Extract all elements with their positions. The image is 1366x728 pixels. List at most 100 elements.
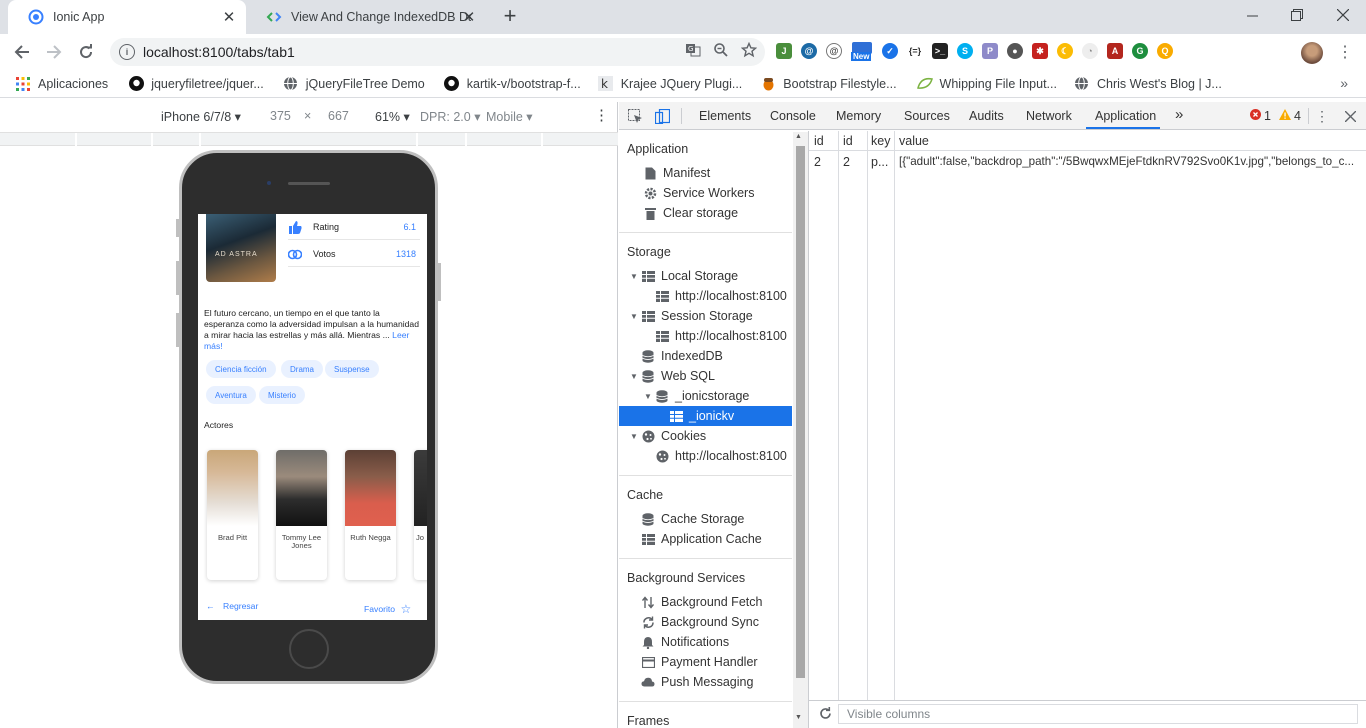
column-header[interactable]: id — [843, 134, 853, 148]
sidebar-item-ionickv[interactable]: _ionickv — [619, 406, 792, 426]
extension-terminal-icon[interactable]: >_ — [932, 43, 948, 59]
extension-swirl-icon[interactable]: @ — [801, 43, 817, 59]
device-toggle-icon[interactable] — [653, 107, 671, 125]
sidebar-item-local-storage[interactable]: ▼ Local Storage — [630, 266, 738, 286]
tab-application[interactable]: Application — [1095, 109, 1156, 123]
bookmark-kartik[interactable]: kartik-v/bootstrap-f... — [444, 76, 581, 92]
close-window-icon[interactable] — [1320, 0, 1366, 30]
profile-avatar[interactable] — [1301, 42, 1323, 64]
actor-card[interactable]: Brad Pitt — [207, 450, 258, 580]
sidebar-item-push-messaging[interactable]: Push Messaging — [641, 672, 753, 692]
tab-console[interactable]: Console — [770, 109, 816, 123]
bookmark-chris-west[interactable]: Chris West's Blog | J... — [1074, 76, 1222, 92]
extension-php-icon[interactable]: P — [982, 43, 998, 59]
sidebar-item-notifications[interactable]: Notifications — [641, 632, 729, 652]
restore-icon[interactable] — [1274, 0, 1320, 30]
zoom-select[interactable]: 61% ▾ — [375, 109, 410, 124]
minimize-icon[interactable] — [1229, 0, 1275, 30]
device-width-input[interactable]: 375 — [270, 109, 291, 123]
device-options-icon[interactable]: ⋮ — [594, 106, 609, 124]
extension-moon-icon[interactable]: ☾ — [1057, 43, 1073, 59]
sidebar-item-session-storage-origin[interactable]: http://localhost:8100 — [655, 326, 787, 346]
forward-icon[interactable] — [40, 38, 68, 66]
bookmark-whipping[interactable]: Whipping File Input... — [916, 76, 1057, 92]
extension-grammarly-icon[interactable]: G — [1132, 43, 1148, 59]
actor-card[interactable]: Ruth Negga — [345, 450, 396, 580]
column-header[interactable]: key — [871, 134, 890, 148]
translate-icon[interactable]: G — [685, 42, 701, 61]
visible-columns-input[interactable]: Visible columns — [838, 704, 1358, 724]
close-tab-icon[interactable]: ✕ — [460, 8, 478, 26]
sidebar-item-web-sql[interactable]: ▼ Web SQL — [630, 366, 715, 386]
new-tab-button[interactable]: + — [497, 4, 523, 30]
dpr-select[interactable]: DPR: 2.0 ▾ — [420, 109, 480, 124]
genre-chip[interactable]: Drama — [281, 360, 324, 378]
scroll-down-icon[interactable]: ▼ — [795, 714, 802, 721]
refresh-icon[interactable] — [819, 707, 832, 723]
grid-cell[interactable]: [{"adult":false,"backdrop_path":"/5Bwqwx… — [899, 155, 1363, 168]
device-height-input[interactable]: 667 — [328, 109, 349, 123]
bookmark-aplicaciones[interactable]: Aplicaciones — [15, 76, 108, 92]
bookmark-bootstrap-filestyle[interactable]: Bootstrap Filestyle... — [760, 76, 897, 92]
sidebar-scroll-thumb[interactable] — [796, 146, 805, 678]
extension-check-icon[interactable]: ✓ — [882, 43, 898, 59]
extension-new-icon[interactable]: New — [851, 42, 873, 61]
sidebar-item-service-workers[interactable]: Service Workers — [643, 183, 754, 203]
sidebar-item-local-storage-origin[interactable]: http://localhost:8100 — [655, 286, 787, 306]
extension-json-icon[interactable]: {=} — [907, 43, 923, 59]
extension-off-icon[interactable]: ✱ — [1032, 43, 1048, 59]
close-tab-icon[interactable]: ✕ — [220, 8, 238, 26]
scroll-up-icon[interactable]: ▲ — [795, 133, 802, 140]
sidebar-item-session-storage[interactable]: ▼ Session Storage — [630, 306, 753, 326]
grid-cell[interactable]: p... — [871, 155, 888, 169]
expanded-triangle-icon[interactable]: ▼ — [644, 392, 655, 401]
column-header[interactable]: id — [814, 134, 824, 148]
expanded-triangle-icon[interactable]: ▼ — [630, 432, 641, 441]
tab-indexeddb[interactable]: View And Change IndexedDB Da ✕ — [246, 0, 486, 34]
extension-pdf-icon[interactable]: A — [1107, 43, 1123, 59]
tab-memory[interactable]: Memory — [836, 109, 881, 123]
grid-cell[interactable]: 2 — [843, 155, 850, 169]
extension-dial-icon[interactable]: ◔ — [1082, 43, 1098, 59]
mode-select[interactable]: Mobile ▾ — [486, 109, 533, 124]
sidebar-item-background-sync[interactable]: Background Sync — [641, 612, 759, 632]
extension-search-icon[interactable]: Q — [1157, 43, 1173, 59]
actor-card[interactable]: Tommy Lee Jones — [276, 450, 327, 580]
inspect-element-icon[interactable] — [626, 107, 644, 125]
extension-at-icon[interactable]: @ — [826, 43, 842, 59]
sidebar-item-background-fetch[interactable]: Background Fetch — [641, 592, 762, 612]
sidebar-item-application-cache[interactable]: Application Cache — [641, 529, 762, 549]
sidebar-item-indexeddb[interactable]: IndexedDB — [641, 346, 723, 366]
tab-sources[interactable]: Sources — [904, 109, 950, 123]
favorite-link[interactable]: Favorito ☆ — [364, 601, 411, 616]
browser-menu-icon[interactable]: ⋮ — [1337, 42, 1353, 62]
extension-circle-icon[interactable]: ● — [1007, 43, 1023, 59]
expanded-triangle-icon[interactable]: ▼ — [630, 272, 641, 281]
address-bar[interactable]: i localhost:8100/tabs/tab1 G — [110, 38, 765, 66]
expanded-triangle-icon[interactable]: ▼ — [630, 372, 641, 381]
genre-chip[interactable]: Aventura — [206, 386, 256, 404]
extension-skype-icon[interactable]: S — [957, 43, 973, 59]
movie-poster[interactable]: AD ASTRA — [206, 214, 276, 282]
genre-chip[interactable]: Suspense — [325, 360, 379, 378]
actor-card[interactable]: Jo — [414, 450, 427, 580]
sidebar-item-clear-storage[interactable]: Clear storage — [643, 203, 738, 223]
bookmark-star-icon[interactable] — [740, 41, 758, 61]
extension-green-icon[interactable]: J — [776, 43, 792, 59]
bookmark-krajee[interactable]: k Krajee JQuery Plugi... — [598, 76, 742, 92]
more-bookmarks-icon[interactable]: » — [1340, 75, 1348, 91]
error-counter[interactable]: 1 4 — [1250, 109, 1301, 123]
expanded-triangle-icon[interactable]: ▼ — [630, 312, 641, 321]
tab-network[interactable]: Network — [1026, 109, 1072, 123]
more-tabs-icon[interactable]: » — [1175, 106, 1183, 123]
bookmark-jqueryfiletree-demo[interactable]: jQueryFileTree Demo — [283, 76, 425, 92]
genre-chip[interactable]: Ciencia ficción — [206, 360, 276, 378]
site-info-icon[interactable]: i — [119, 44, 135, 60]
sidebar-item-payment-handler[interactable]: Payment Handler — [641, 652, 758, 672]
reload-icon[interactable] — [72, 38, 100, 66]
sidebar-item-cache-storage[interactable]: Cache Storage — [641, 509, 744, 529]
genre-chip[interactable]: Misterio — [259, 386, 306, 404]
zoom-icon[interactable] — [713, 42, 729, 61]
back-link[interactable]: ← Regresar — [206, 601, 258, 611]
sidebar-item-cookies-origin[interactable]: http://localhost:8100 — [655, 446, 787, 466]
